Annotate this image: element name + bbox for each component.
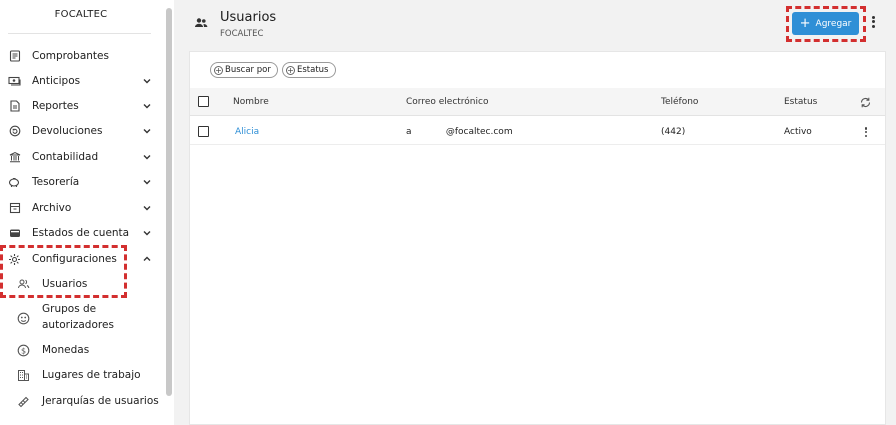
bank-icon xyxy=(8,151,21,164)
payments-icon xyxy=(8,75,21,88)
table-header xyxy=(190,88,885,116)
hierarchy-icon xyxy=(17,395,30,408)
chevron-down-icon xyxy=(143,104,151,109)
user-name-link[interactable]: Alicia xyxy=(235,127,259,137)
sidebar-subitem-label: Grupos de xyxy=(42,303,97,315)
user-status: Activo xyxy=(784,127,812,137)
page-title: Usuarios xyxy=(220,10,277,25)
sidebar-subitem-label-line2: autorizadores xyxy=(42,319,114,331)
sidebar-item-estados-de-cuenta[interactable]: Estados de cuenta xyxy=(0,222,160,244)
sidebar-subitem-label: Usuarios xyxy=(42,277,88,290)
archive-icon xyxy=(8,202,21,215)
sidebar-item-tesoreria[interactable]: Tesorería xyxy=(0,171,160,193)
add-button-label: Agregar xyxy=(815,18,852,29)
sidebar-item-label: Comprobantes xyxy=(32,50,109,62)
column-header-correo[interactable]: Correo electrónico xyxy=(406,97,488,107)
brand-name: FOCALTEC xyxy=(54,9,108,20)
return-icon xyxy=(8,125,21,138)
sidebar-item-label: Anticipos xyxy=(32,75,81,87)
divider xyxy=(8,33,151,34)
sidebar-item-label: Devoluciones xyxy=(32,125,103,137)
filter-chip-estatus[interactable]: + Estatus xyxy=(282,62,336,78)
sidebar-item-devoluciones[interactable]: Devoluciones xyxy=(0,120,160,142)
filter-chip-label: Estatus xyxy=(297,65,329,75)
chevron-down-icon xyxy=(143,206,151,211)
add-circle-icon: + xyxy=(214,65,223,75)
users-icon xyxy=(195,18,208,27)
chevron-down-icon xyxy=(143,180,151,185)
sidebar-subitem-label: Jerarquías de usuarios xyxy=(42,394,159,407)
users-icon xyxy=(17,278,30,291)
sidebar-subitem-label: Lugares de trabajo xyxy=(42,368,141,381)
row-more-options-icon[interactable] xyxy=(864,126,868,140)
chevron-down-icon xyxy=(143,129,151,134)
sidebar-item-reportes[interactable]: Reportes xyxy=(0,95,160,117)
user-phone: (442) xyxy=(661,127,686,137)
sidebar-subitem-jerarquias-de-usuarios[interactable]: Jerarquías de usuarios xyxy=(0,393,160,409)
refresh-icon[interactable] xyxy=(859,96,872,109)
wallet-icon xyxy=(8,227,21,240)
sidebar-item-label: Contabilidad xyxy=(32,151,99,163)
chevron-down-icon xyxy=(143,79,151,84)
sidebar-scrollbar[interactable] xyxy=(166,8,172,396)
row-checkbox[interactable] xyxy=(198,126,209,137)
building-icon xyxy=(17,369,30,382)
sidebar-item-contabilidad[interactable]: Contabilidad xyxy=(0,146,160,168)
piggy-bank-icon xyxy=(8,176,21,189)
gear-icon xyxy=(8,253,21,266)
chevron-down-icon xyxy=(143,155,151,160)
sidebar-item-label: Archivo xyxy=(32,202,72,214)
chevron-down-icon xyxy=(143,231,151,236)
sidebar: FOCALTEC Comprobantes Anticipos Reportes… xyxy=(0,0,166,425)
page-subtitle: FOCALTEC xyxy=(220,29,264,39)
report-icon xyxy=(8,100,21,113)
sidebar-item-comprobantes[interactable]: Comprobantes xyxy=(0,45,160,67)
sidebar-subitem-lugares-de-trabajo[interactable]: Lugares de trabajo xyxy=(0,367,160,383)
currency-icon: $ xyxy=(17,344,30,357)
sidebar-item-label: Configuraciones xyxy=(32,253,117,265)
column-header-estatus[interactable]: Estatus xyxy=(784,97,817,107)
sidebar-item-label: Tesorería xyxy=(32,176,80,188)
svg-text:$: $ xyxy=(21,346,26,355)
group-face-icon xyxy=(17,312,30,325)
select-all-checkbox[interactable] xyxy=(198,96,209,107)
sidebar-item-label: Reportes xyxy=(32,100,79,112)
sidebar-subitem-label: Monedas xyxy=(42,343,90,356)
sidebar-item-archivo[interactable]: Archivo xyxy=(0,197,160,219)
table-row[interactable] xyxy=(190,117,885,145)
add-circle-icon: + xyxy=(286,65,295,75)
sidebar-subitem-grupos-de-autorizadores[interactable]: Grupos de autorizadores xyxy=(0,302,160,334)
sidebar-item-configuraciones[interactable]: Configuraciones xyxy=(0,248,160,270)
chevron-up-icon xyxy=(143,256,151,261)
filter-chip-buscar-por[interactable]: + Buscar por xyxy=(210,62,278,78)
add-button[interactable]: + Agregar xyxy=(792,12,859,35)
sidebar-item-anticipos[interactable]: Anticipos xyxy=(0,70,160,92)
column-header-nombre[interactable]: Nombre xyxy=(233,97,269,107)
sidebar-item-label: Estados de cuenta xyxy=(32,227,130,239)
filter-chip-label: Buscar por xyxy=(225,65,271,75)
receipt-icon xyxy=(8,50,21,63)
column-header-telefono[interactable]: Teléfono xyxy=(661,97,698,107)
sidebar-subitem-usuarios[interactable]: Usuarios xyxy=(0,276,160,292)
sidebar-subitem-monedas[interactable]: $ Monedas xyxy=(0,342,160,358)
more-options-icon[interactable] xyxy=(869,14,877,32)
user-email: a @focaltec.com xyxy=(406,127,513,137)
plus-icon: + xyxy=(799,16,811,31)
